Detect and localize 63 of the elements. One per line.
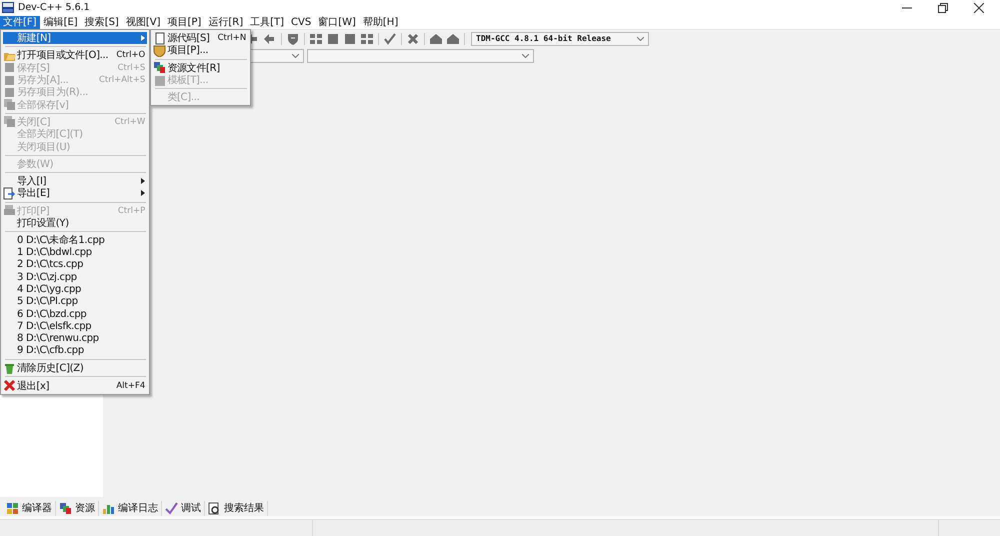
menu-item[interactable]: 退出[x] Alt+F4	[3, 379, 148, 392]
square-icon[interactable]	[326, 32, 340, 46]
export-icon	[3, 186, 16, 200]
menu-item[interactable]: 1 D:\C\bdwl.cpp	[3, 246, 148, 259]
compiler-dropdown[interactable]: TDM-GCC 4.8.1 64-bit Release	[471, 32, 649, 46]
menu-item[interactable]: 窗口[W]	[315, 16, 359, 28]
menu-item[interactable]: 视图[V]	[122, 16, 164, 28]
menu-item[interactable]: 导出[E]	[3, 187, 148, 200]
resource-icon	[59, 502, 72, 514]
menu-item[interactable]: 7 D:\C\elsfk.cpp	[3, 320, 148, 333]
restore-icon[interactable]	[938, 2, 948, 12]
chevron-icon	[637, 36, 644, 40]
menu-item[interactable]: 6 D:\C\bzd.cpp	[3, 308, 148, 320]
arrow-icon[interactable]	[263, 32, 277, 46]
menu-item[interactable]: 源代码[S] Ctrl+N	[153, 32, 248, 44]
panel-tab[interactable]: 搜索结果	[205, 500, 268, 516]
menu-item[interactable]: 导入[I]	[3, 174, 148, 188]
menu-item[interactable]: 帮助[H]	[360, 16, 402, 28]
shield-icon	[153, 44, 166, 57]
menu-item[interactable]: 4 D:\C\yg.cpp	[3, 283, 148, 296]
resource-icon	[153, 61, 166, 74]
template-icon	[153, 74, 166, 87]
menu-item[interactable]: 打印设置(Y)	[3, 216, 148, 230]
menu-item[interactable]: 资源文件[R]	[153, 62, 248, 74]
grid-icon	[6, 502, 19, 514]
menu-item[interactable]: 项目[P]...	[153, 44, 248, 57]
menu-item[interactable]: 新建[N]	[3, 32, 148, 44]
menu-item[interactable]: 文件[F]	[0, 16, 40, 28]
menu-item[interactable]: CVS	[288, 16, 314, 28]
panel-tab[interactable]: 编译日志	[99, 500, 162, 516]
cross-icon	[3, 379, 16, 392]
menu-item[interactable]: 0 D:\C\未命名1.cpp	[3, 234, 148, 246]
chevron-icon	[522, 54, 529, 58]
menu-item[interactable]: 打开项目或文件[O]... Ctrl+O	[3, 49, 148, 62]
panel-tab[interactable]: 调试	[162, 500, 205, 516]
menu-item[interactable]: 2 D:\C\tcs.cpp	[3, 258, 148, 272]
menu-item[interactable]: 工具[T]	[247, 16, 288, 28]
disks-icon	[3, 98, 16, 112]
menu-item[interactable]: 搜索[S]	[82, 16, 122, 28]
submenu-arrow-icon	[141, 35, 146, 42]
menu-item[interactable]: 运行[R]	[205, 16, 246, 28]
menu-item[interactable]: 8 D:\C\renwu.cpp	[3, 332, 148, 345]
trash-icon	[3, 362, 16, 375]
grid-icon[interactable]	[309, 32, 323, 46]
close-icon[interactable]	[974, 2, 984, 12]
panel-tab[interactable]: 编译器	[3, 500, 56, 516]
menu-item[interactable]: 项目[P]	[164, 16, 204, 28]
menu-item[interactable]: 5 D:\C\PI.cpp	[3, 296, 148, 308]
panel-tab[interactable]: 资源	[56, 500, 99, 516]
menu-item[interactable]: 9 D:\C\cfb.cpp	[3, 344, 148, 358]
grid-icon[interactable]	[360, 32, 374, 46]
checkmark-icon	[165, 502, 178, 514]
printer-icon	[3, 204, 16, 218]
menu-item[interactable]: 编辑[E]	[40, 16, 81, 28]
shield-icon[interactable]	[286, 32, 300, 46]
menu-item[interactable]: 3 D:\C\zj.cpp	[3, 271, 148, 284]
app-icon	[2, 2, 14, 13]
window-title: Dev-C++ 5.6.1	[18, 2, 90, 13]
cross-icon[interactable]	[406, 32, 420, 46]
checkmark-icon[interactable]	[383, 32, 397, 46]
square-icon[interactable]	[343, 32, 357, 46]
menu-item[interactable]: 清除历史[C](Z)	[3, 362, 148, 374]
chevron-icon	[292, 54, 299, 58]
